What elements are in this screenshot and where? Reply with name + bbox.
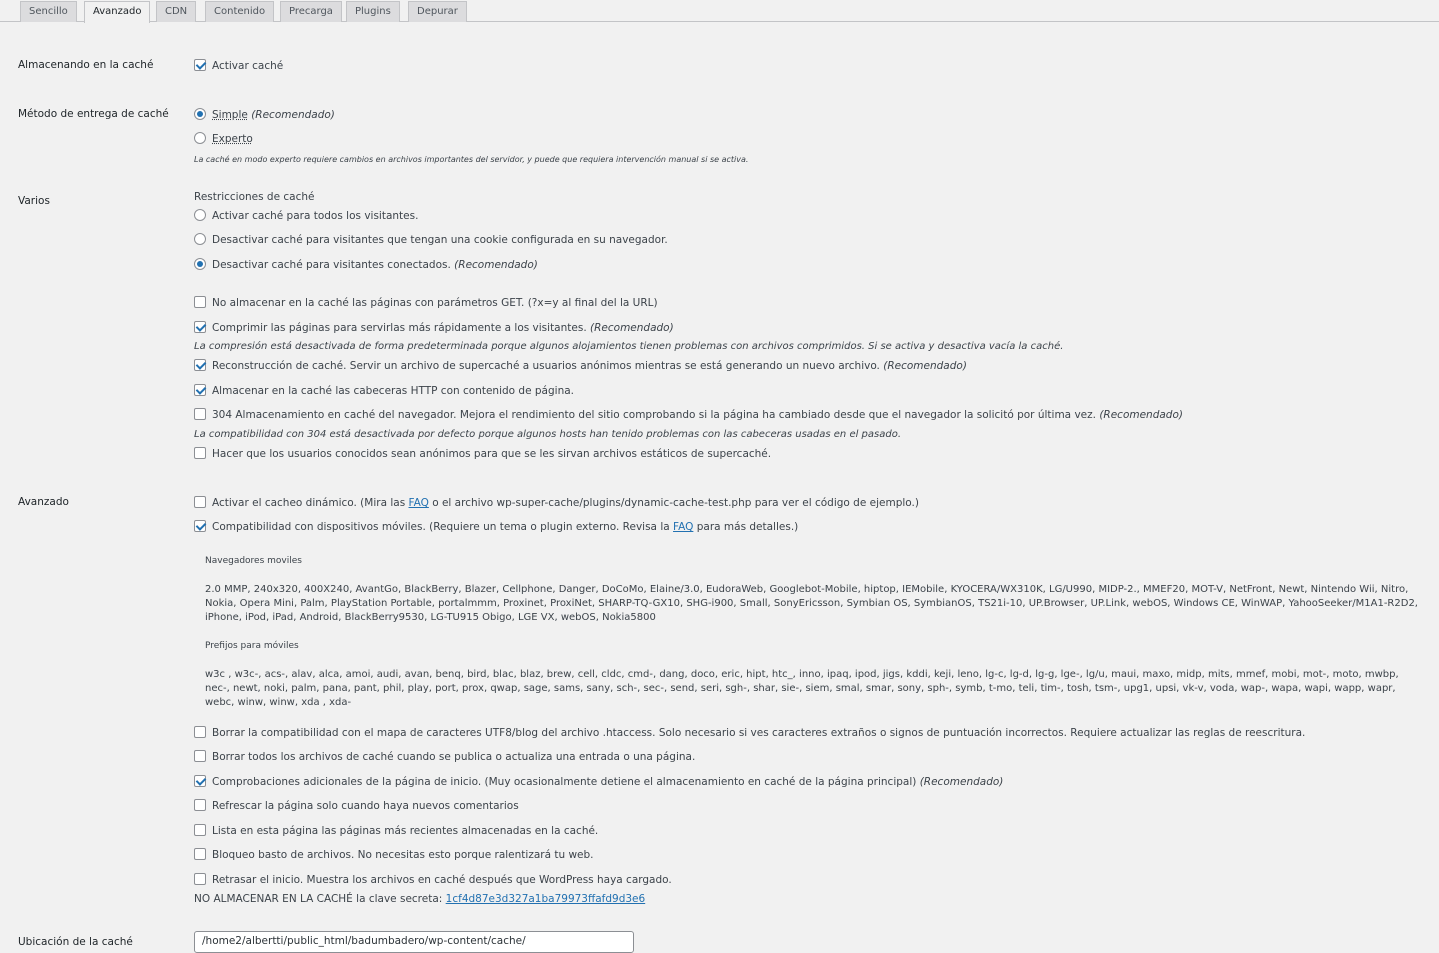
mobile-option[interactable]: Compatibilidad con dispositivos móviles.… xyxy=(194,520,798,534)
front-page-option[interactable]: Comprobaciones adicionales de la página … xyxy=(194,775,1003,789)
late-init-option[interactable]: Retrasar el inicio. Muestra los archivos… xyxy=(194,873,672,887)
coarse-lock-checkbox[interactable] xyxy=(194,848,206,860)
activate-cache-option[interactable]: Activar caché xyxy=(194,59,283,73)
tab-plugins[interactable]: Plugins xyxy=(346,1,400,22)
mobile-browsers-title: Navegadores moviles xyxy=(205,556,302,566)
restriction-logged-radio[interactable] xyxy=(194,258,206,270)
get-params-option[interactable]: No almacenar en la caché las páginas con… xyxy=(194,296,658,310)
restriction-cookie-option[interactable]: Desactivar caché para visitantes que ten… xyxy=(194,233,668,247)
list-recent-option[interactable]: Lista en esta página las páginas más rec… xyxy=(194,824,598,838)
headers-option[interactable]: Almacenar en la caché las cabeceras HTTP… xyxy=(194,384,574,398)
anon-checkbox[interactable] xyxy=(194,447,206,459)
secret-key-line: NO ALMACENAR EN LA CACHÉ la clave secret… xyxy=(194,893,646,905)
coarse-lock-option[interactable]: Bloqueo basto de archivos. No necesitas … xyxy=(194,848,594,862)
tab-depurar[interactable]: Depurar xyxy=(408,1,467,22)
mobile-checkbox[interactable] xyxy=(194,520,206,532)
get-params-checkbox[interactable] xyxy=(194,296,206,308)
caching-label: Almacenando en la caché xyxy=(18,59,154,71)
refresh-comments-option[interactable]: Refrescar la página solo cuando haya nue… xyxy=(194,799,519,813)
dynamic-cache-checkbox[interactable] xyxy=(194,496,206,508)
tab-cdn[interactable]: CDN xyxy=(156,1,197,22)
clear-on-publish-checkbox[interactable] xyxy=(194,750,206,762)
compress-checkbox[interactable] xyxy=(194,321,206,333)
mobile-prefixes-title: Prefijos para móviles xyxy=(205,641,299,651)
delivery-expert-option[interactable]: Experto xyxy=(194,132,253,146)
utf8-option[interactable]: Borrar la compatibilidad con el mapa de … xyxy=(194,726,1305,740)
browser304-checkbox[interactable] xyxy=(194,408,206,420)
mobile-faq-link[interactable]: FAQ xyxy=(673,521,693,533)
delivery-label: Método de entrega de caché xyxy=(18,108,169,120)
mobile-browsers-list: 2.0 MMP, 240x320, 400X240, AvantGo, Blac… xyxy=(205,584,1418,623)
mobile-prefixes-list: w3c , w3c-, acs-, alav, alca, amoi, audi… xyxy=(205,669,1399,708)
expert-radio[interactable] xyxy=(194,132,206,144)
headers-checkbox[interactable] xyxy=(194,384,206,396)
compress-option[interactable]: Comprimir las páginas para servirlas más… xyxy=(194,321,674,335)
secret-key-link[interactable]: 1cf4d87e3d327a1ba79973ffafd9d3e6 xyxy=(446,893,646,905)
faq-link[interactable]: FAQ xyxy=(409,497,429,509)
dynamic-cache-option[interactable]: Activar el cacheo dinámico. (Mira las FA… xyxy=(194,496,919,510)
late-init-checkbox[interactable] xyxy=(194,873,206,885)
tab-avanzado[interactable]: Avanzado xyxy=(84,1,151,23)
rebuild-checkbox[interactable] xyxy=(194,359,206,371)
simple-radio[interactable] xyxy=(194,108,206,120)
activate-cache-checkbox[interactable] xyxy=(194,59,206,71)
misc-label: Varios xyxy=(18,195,50,207)
clear-on-publish-option[interactable]: Borrar todos los archivos de caché cuand… xyxy=(194,750,695,764)
restriction-all-radio[interactable] xyxy=(194,209,206,221)
refresh-comments-checkbox[interactable] xyxy=(194,799,206,811)
list-recent-checkbox[interactable] xyxy=(194,824,206,836)
browser304-option[interactable]: 304 Almacenamiento en caché del navegado… xyxy=(194,408,1183,422)
restriction-logged-option[interactable]: Desactivar caché para visitantes conecta… xyxy=(194,258,538,272)
cache-location-input[interactable]: /home2/albertti/public_html/badumbadero/… xyxy=(194,931,634,953)
cache-location-label: Ubicación de la caché xyxy=(18,936,133,948)
anon-option[interactable]: Hacer que los usuarios conocidos sean an… xyxy=(194,447,771,461)
tab-contenido[interactable]: Contenido xyxy=(205,1,275,22)
expert-mode-note: La caché en modo experto requiere cambio… xyxy=(194,155,749,164)
browser304-info: La compatibilidad con 304 está desactiva… xyxy=(194,429,902,440)
delivery-simple-option[interactable]: Simple (Recomendado) xyxy=(194,108,335,122)
advanced-label: Avanzado xyxy=(18,496,69,508)
restriction-all-option[interactable]: Activar caché para todos los visitantes. xyxy=(194,209,418,223)
restrictions-title: Restricciones de caché xyxy=(194,191,315,203)
front-page-checkbox[interactable] xyxy=(194,775,206,787)
rebuild-option[interactable]: Reconstrucción de caché. Servir un archi… xyxy=(194,359,967,373)
tab-sencillo[interactable]: Sencillo xyxy=(20,1,77,22)
restriction-cookie-radio[interactable] xyxy=(194,233,206,245)
compress-info: La compresión está desactivada de forma … xyxy=(194,341,1064,352)
tab-precarga[interactable]: Precarga xyxy=(280,1,342,22)
settings-tabs: Sencillo Avanzado CDN Contenido Precarga… xyxy=(0,0,1439,23)
utf8-checkbox[interactable] xyxy=(194,726,206,738)
